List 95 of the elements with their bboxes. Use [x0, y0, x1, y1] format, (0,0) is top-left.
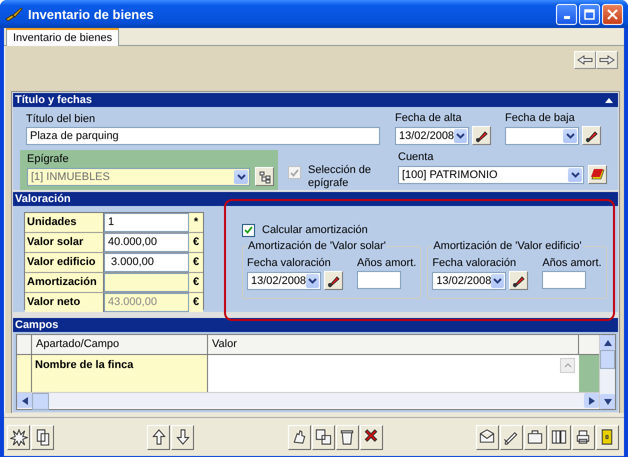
unit-label: *	[189, 213, 203, 232]
checkbox[interactable]	[242, 224, 255, 236]
account-button[interactable]	[588, 165, 607, 184]
row-label: Unidades	[25, 213, 104, 232]
book-icon	[590, 168, 604, 180]
vertical-scrollbar[interactable]	[599, 335, 615, 409]
window-title: Inventario de bienes	[28, 6, 154, 22]
field-label: Fecha valoración	[432, 256, 518, 271]
previous-button[interactable]	[574, 51, 596, 69]
brush-icon	[326, 274, 340, 288]
close-button[interactable]	[602, 4, 623, 24]
close-icon	[607, 8, 618, 20]
brush-icon	[584, 128, 598, 142]
date-dropdown[interactable]: 13/02/2008	[395, 126, 469, 144]
pages-icon	[550, 428, 568, 446]
scroll-down-icon[interactable]	[600, 394, 615, 409]
scroll-right-icon[interactable]	[584, 393, 599, 408]
toolbar-button[interactable]	[171, 424, 194, 450]
section-title: Título y fechas	[15, 94, 92, 106]
field-label: Años amort.	[357, 256, 416, 271]
row-label: Valor edificio	[25, 253, 104, 272]
years-field[interactable]	[357, 271, 401, 289]
next-button[interactable]	[596, 51, 618, 69]
toolbar-button[interactable]	[596, 424, 619, 450]
tree-icon	[258, 170, 272, 184]
collapse-icon[interactable]	[605, 98, 613, 102]
maximize-icon	[584, 8, 595, 20]
checkbox-label: Calcular amortización	[262, 224, 368, 236]
right-arrow-icon	[599, 55, 615, 65]
toolbar-button[interactable]	[31, 424, 54, 450]
field-label: Años amort.	[542, 256, 602, 271]
toolbar-button[interactable]	[500, 424, 523, 450]
field-label: Fecha de baja	[505, 111, 576, 126]
toolbar-button[interactable]	[288, 424, 311, 450]
value-field[interactable]: 40.000,00	[104, 233, 189, 252]
field-label: Cuenta	[398, 150, 434, 165]
calendar-button[interactable]	[509, 271, 528, 290]
scroll-thumb[interactable]	[600, 350, 615, 369]
column-header: Valor	[208, 335, 579, 354]
toolbar-button[interactable]	[572, 424, 595, 450]
row-label: Valor solar	[25, 233, 104, 252]
date-dropdown[interactable]: 13/02/2008	[432, 272, 506, 290]
table-cell: Nombre de la finca	[32, 355, 208, 392]
toolbar-button[interactable]	[524, 424, 547, 450]
burst-icon	[10, 428, 28, 446]
toolbar-button[interactable]	[476, 424, 499, 450]
grid-filler	[579, 355, 599, 392]
toolbar-button[interactable]	[147, 424, 170, 450]
group-title: Amortización de 'Valor edificio'	[432, 240, 583, 252]
field-label: Fecha de alta	[395, 111, 463, 126]
date-dropdown[interactable]: 13/02/2008	[247, 272, 321, 290]
row-label: Amortización	[25, 273, 104, 292]
unit-label: €	[189, 233, 203, 252]
maximize-button[interactable]	[579, 4, 600, 24]
scroll-up-icon	[560, 358, 575, 373]
value-field[interactable]: 1	[104, 213, 189, 232]
title-field[interactable]: Plaza de parquing	[26, 127, 380, 145]
toolbar-button[interactable]	[360, 424, 383, 450]
field-label: Título del bien	[26, 112, 96, 127]
tree-button[interactable]	[255, 167, 274, 186]
section-title: Campos	[15, 319, 58, 331]
up-arrow-icon	[150, 428, 168, 446]
field-label: Fecha valoración	[247, 256, 332, 271]
years-field[interactable]	[542, 271, 586, 289]
toolbar-button[interactable]	[312, 424, 335, 450]
scroll-left-icon[interactable]	[17, 393, 32, 408]
scroll-up-icon[interactable]	[600, 335, 615, 350]
group-title: Amortización de 'Valor solar'	[247, 240, 387, 252]
checkbox-label: Selección de epígrafe	[308, 164, 372, 190]
row-label: Valor neto	[25, 293, 104, 312]
field-label: Epígrafe	[27, 152, 70, 167]
calendar-button[interactable]	[582, 126, 601, 145]
broom-icon	[5, 7, 23, 21]
calendar-button[interactable]	[472, 126, 491, 145]
brush-icon	[474, 128, 488, 142]
minimize-button[interactable]	[556, 4, 577, 24]
scroll-thumb[interactable]	[32, 393, 49, 410]
section-title: Valoración	[15, 193, 71, 205]
account-dropdown[interactable]: [100] PATRIMONIO	[398, 166, 584, 184]
row-selector[interactable]	[17, 355, 32, 392]
value-field[interactable]: 3.000,00	[104, 253, 189, 272]
column-header: Apartado/Campo	[32, 335, 208, 354]
down-arrow-icon	[174, 428, 192, 446]
unit-label: €	[189, 273, 203, 292]
horizontal-scrollbar[interactable]	[17, 392, 599, 408]
toolbar-button[interactable]	[548, 424, 571, 450]
unit-label: €	[189, 293, 203, 312]
tab[interactable]: Inventario de bienes	[6, 28, 120, 46]
brush-icon	[512, 274, 526, 288]
toolbar-button[interactable]	[336, 424, 359, 450]
minimize-icon	[564, 16, 570, 18]
toolbar-button[interactable]	[7, 424, 30, 450]
calendar-button[interactable]	[324, 271, 343, 290]
left-arrow-icon	[577, 55, 593, 65]
unit-label: €	[189, 253, 203, 272]
